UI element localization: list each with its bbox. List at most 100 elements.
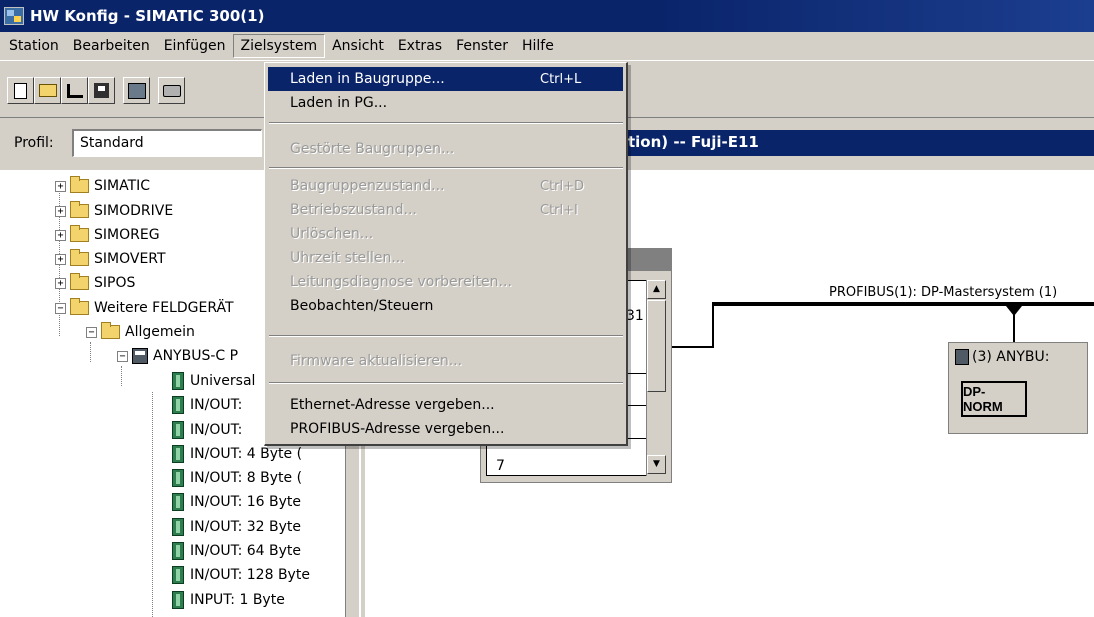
tree-folder-simodrive[interactable]: + SIMODRIVE	[55, 201, 173, 221]
tree-label: IN/OUT: 64 Byte	[190, 543, 302, 559]
tree-module[interactable]: IN/OUT:	[172, 420, 242, 440]
window-title: HW Konfig - SIMATIC 300(1)	[30, 7, 265, 25]
tree-module[interactable]: IN/OUT: 8 Byte (	[172, 468, 302, 488]
profibus-connector	[672, 346, 714, 348]
menu-station[interactable]: Station	[2, 35, 66, 57]
scroll-thumb[interactable]	[647, 300, 666, 392]
profile-select[interactable]: Standard	[72, 129, 262, 157]
collapse-minus-icon[interactable]: −	[86, 326, 97, 338]
menu-item-label: Firmware aktualisieren...	[290, 353, 463, 369]
menu-item-shortcut: Ctrl+D	[540, 178, 585, 194]
folder-icon	[70, 273, 89, 290]
scroll-up-icon[interactable]: ▲	[647, 280, 666, 299]
new-button[interactable]	[7, 77, 34, 104]
menu-item-label: Laden in Baugruppe...	[290, 71, 445, 87]
tree-module[interactable]: IN/OUT: 32 Byte	[172, 517, 301, 537]
tree-module[interactable]: IN/OUT: 16 Byte	[172, 492, 301, 512]
profibus-line[interactable]	[712, 302, 1094, 306]
hardware-icon	[127, 82, 146, 99]
tree-device-anybus[interactable]: − ANYBUS-C P	[117, 346, 238, 366]
menu-item-label: Gestörte Baugruppen...	[290, 141, 455, 157]
menu-item-ethernet-adresse[interactable]: Ethernet-Adresse vergeben...	[268, 393, 623, 417]
hardware-button[interactable]	[123, 77, 150, 104]
menu-bar: Station Bearbeiten Einfügen Zielsystem A…	[0, 32, 1094, 60]
tree-module[interactable]: IN/OUT:	[172, 395, 242, 415]
tree-label: Universal	[190, 373, 256, 389]
module-icon	[172, 372, 184, 390]
tree-module[interactable]: Universal	[172, 371, 255, 391]
device-icon	[955, 349, 969, 365]
menu-bearbeiten[interactable]: Bearbeiten	[66, 35, 157, 57]
print-icon	[162, 84, 181, 97]
menu-hilfe[interactable]: Hilfe	[515, 35, 561, 57]
dp-norm-badge: DP-NORM	[961, 381, 1027, 417]
menu-item-betriebszustand[interactable]: Betriebszustand... Ctrl+I	[268, 198, 623, 222]
menu-einfuegen[interactable]: Einfügen	[157, 35, 233, 57]
tree-module[interactable]: IN/OUT: 4 Byte (	[172, 444, 302, 464]
tree-folder-allgemein[interactable]: − Allgemein	[86, 322, 195, 342]
tree-module[interactable]: INPUT: 1 Byte	[172, 590, 285, 610]
save-button[interactable]	[88, 77, 115, 104]
expand-plus-icon[interactable]: +	[55, 205, 66, 217]
menu-item-beobachten-steuern[interactable]: Beobachten/Steuern	[268, 294, 623, 318]
menu-item-profibus-adresse[interactable]: PROFIBUS-Adresse vergeben...	[268, 417, 623, 441]
tree-module[interactable]: IN/OUT: 128 Byte	[172, 565, 310, 585]
menu-item-label: Leitungsdiagnose vorbereiten...	[290, 274, 512, 290]
title-bar: HW Konfig - SIMATIC 300(1)	[0, 0, 1094, 32]
dp-slave-box[interactable]: (3) ANYBU: DP-NORM	[948, 342, 1088, 434]
menu-item-label: Beobachten/Steuern	[290, 298, 434, 314]
tree-folder-weitere-feldgeraete[interactable]: − Weitere FELDGERÄT	[55, 298, 234, 318]
tree-label: SIMOREG	[94, 227, 160, 243]
expand-plus-icon[interactable]: +	[55, 253, 66, 265]
tree-module[interactable]: IN/OUT: 64 Byte	[172, 541, 301, 561]
print-button[interactable]	[158, 77, 185, 104]
profibus-label: PROFIBUS(1): DP-Mastersystem (1)	[829, 285, 1058, 300]
folder-icon	[70, 298, 89, 315]
tree-label: IN/OUT: 4 Byte (	[190, 446, 303, 462]
menu-item-firmware-aktualisieren[interactable]: Firmware aktualisieren...	[268, 349, 623, 373]
menu-item-baugruppenzustand[interactable]: Baugruppenzustand... Ctrl+D	[268, 174, 623, 198]
network-icon	[66, 83, 83, 98]
menu-item-laden-in-pg[interactable]: Laden in PG...	[268, 91, 623, 115]
rack-cell: 7	[496, 458, 505, 474]
menu-item-urloeschen[interactable]: Urlöschen...	[268, 222, 623, 246]
menu-item-label: Laden in PG...	[290, 95, 388, 111]
device-icon	[132, 348, 148, 364]
station-window-title: tion) -- Fuji-E11	[626, 130, 1094, 156]
expand-plus-icon[interactable]: +	[55, 277, 66, 289]
menu-item-label: Urlöschen...	[290, 226, 374, 242]
menu-fenster[interactable]: Fenster	[449, 35, 515, 57]
menu-item-laden-in-baugruppe[interactable]: Laden in Baugruppe... Ctrl+L	[268, 67, 623, 91]
menu-item-uhrzeit-stellen[interactable]: Uhrzeit stellen...	[268, 246, 623, 270]
collapse-minus-icon[interactable]: −	[117, 350, 128, 362]
tree-label: SIMATIC	[94, 178, 151, 194]
tree-folder-simovert[interactable]: + SIMOVERT	[55, 249, 166, 269]
open-button[interactable]	[34, 77, 61, 104]
expand-plus-icon[interactable]: +	[55, 180, 66, 192]
tree-label: INPUT: 1 Byte	[190, 592, 285, 608]
scroll-down-icon[interactable]: ▼	[647, 455, 666, 474]
tree-label: Allgemein	[125, 324, 195, 340]
tree-guide	[121, 366, 122, 386]
expand-plus-icon[interactable]: +	[55, 229, 66, 241]
menu-extras[interactable]: Extras	[391, 35, 449, 57]
rack-scrollbar[interactable]: ▲ ▼	[646, 280, 666, 476]
tree-guide	[152, 392, 153, 617]
menu-ansicht[interactable]: Ansicht	[325, 35, 391, 57]
save-icon	[94, 83, 109, 98]
menu-zielsystem[interactable]: Zielsystem	[232, 34, 326, 58]
tree-label: IN/OUT:	[190, 422, 243, 438]
tree-folder-sipos[interactable]: + SIPOS	[55, 273, 135, 293]
dp-slave-title: (3) ANYBU:	[955, 349, 1049, 365]
menu-item-gestoerte-baugruppen[interactable]: Gestörte Baugruppen...	[268, 137, 623, 161]
tree-label: IN/OUT: 16 Byte	[190, 494, 302, 510]
tree-folder-simatic[interactable]: + SIMATIC	[55, 176, 150, 196]
folder-icon	[101, 322, 120, 339]
collapse-minus-icon[interactable]: −	[55, 302, 66, 314]
menu-item-label: Betriebszustand...	[290, 202, 417, 218]
network-button[interactable]	[61, 77, 88, 104]
tree-folder-simoreg[interactable]: + SIMOREG	[55, 225, 160, 245]
menu-item-leitungsdiagnose[interactable]: Leitungsdiagnose vorbereiten...	[268, 270, 623, 294]
tree-label: Weitere FELDGERÄT	[94, 300, 234, 316]
module-icon	[172, 396, 184, 414]
